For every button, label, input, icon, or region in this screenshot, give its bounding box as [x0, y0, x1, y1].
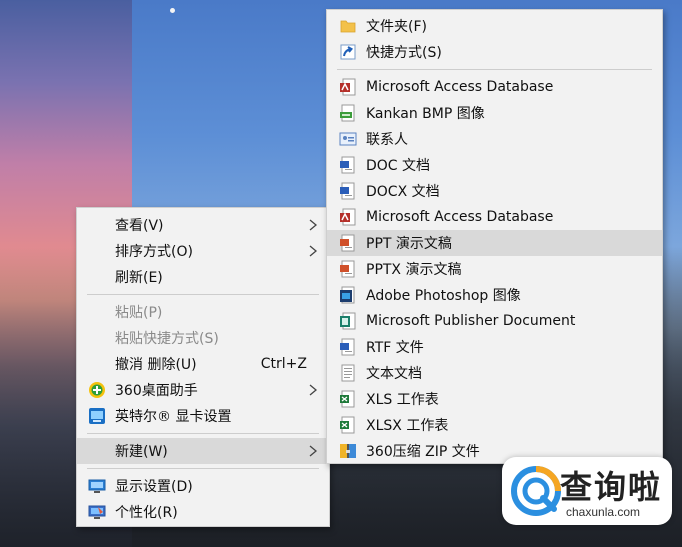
excel-xlsx-icon — [340, 416, 355, 434]
menu-item-label: 粘贴(P) — [115, 305, 163, 321]
access-database-icon — [340, 208, 356, 226]
menu-item-paste[interactable]: 粘贴(P) — [77, 299, 329, 325]
menu-item-label: 快捷方式(S) — [366, 45, 442, 61]
text-document-icon — [341, 364, 355, 382]
powerpoint-pptx-icon — [340, 260, 355, 278]
folder-icon — [340, 20, 356, 33]
new-item-access-database-2[interactable]: Microsoft Access Database — [327, 204, 662, 230]
menu-item-360-desktop-helper[interactable]: 360桌面助手 — [77, 377, 329, 403]
menu-item-label: Microsoft Access Database — [366, 209, 554, 225]
menu-item-label: PPT 演示文稿 — [366, 236, 452, 252]
publisher-icon — [340, 312, 356, 330]
menu-item-label: RTF 文件 — [366, 340, 424, 356]
menu-item-undo-delete[interactable]: 撤消 删除(U) Ctrl+Z — [77, 351, 329, 377]
watermark-title: 查询啦 — [560, 468, 663, 506]
chevron-right-icon — [309, 384, 318, 396]
menu-item-label: 360桌面助手 — [115, 383, 198, 399]
menu-separator — [87, 433, 319, 434]
menu-item-label: 360压缩 ZIP 文件 — [366, 444, 480, 460]
menu-item-label: Kankan BMP 图像 — [366, 106, 485, 122]
menu-item-label: 文件夹(F) — [366, 19, 427, 35]
new-item-doc[interactable]: DOC 文档 — [327, 152, 662, 178]
menu-item-display-settings[interactable]: 显示设置(D) — [77, 473, 329, 499]
menu-item-label: 英特尔® 显卡设置 — [115, 409, 232, 425]
rtf-document-icon — [340, 338, 355, 356]
menu-item-label: PPTX 演示文稿 — [366, 262, 462, 278]
new-item-ppt[interactable]: PPT 演示文稿 — [327, 230, 662, 256]
new-item-contact[interactable]: 联系人 — [327, 126, 662, 152]
keyboard-shortcut: Ctrl+Z — [260, 356, 307, 372]
chevron-right-icon — [309, 445, 318, 457]
desktop-context-menu: 查看(V) 排序方式(O) 刷新(E) 粘贴(P) 粘贴快捷方式(S) 撤消 删… — [76, 207, 330, 527]
menu-item-label: Microsoft Access Database — [366, 79, 554, 95]
wallpaper-moon — [170, 8, 175, 13]
new-item-xls[interactable]: XLS 工作表 — [327, 386, 662, 412]
menu-item-paste-shortcut[interactable]: 粘贴快捷方式(S) — [77, 325, 329, 351]
menu-item-intel-graphics[interactable]: 英特尔® 显卡设置 — [77, 403, 329, 429]
new-item-publisher[interactable]: Microsoft Publisher Document — [327, 308, 662, 334]
chaxunla-logo-icon — [511, 466, 561, 516]
menu-item-view[interactable]: 查看(V) — [77, 212, 329, 238]
menu-item-label: XLSX 工作表 — [366, 418, 449, 434]
chaxunla-watermark: 查询啦 chaxunla.com — [502, 457, 672, 525]
menu-item-label: Microsoft Publisher Document — [366, 313, 576, 329]
menu-item-personalize[interactable]: 个性化(R) — [77, 499, 329, 525]
chevron-right-icon — [309, 219, 318, 231]
photoshop-icon — [340, 286, 355, 304]
shortcut-arrow-icon — [340, 44, 356, 60]
display-monitor-icon — [88, 479, 106, 493]
menu-separator — [87, 294, 319, 295]
contact-card-icon — [339, 132, 357, 146]
new-item-pptx[interactable]: PPTX 演示文稿 — [327, 256, 662, 282]
word-docx-icon — [340, 182, 355, 200]
powerpoint-ppt-icon — [340, 234, 355, 252]
360-zip-archive-icon — [340, 444, 356, 458]
watermark-url: chaxunla.com — [566, 505, 641, 519]
chevron-right-icon — [309, 245, 318, 257]
new-item-rtf[interactable]: RTF 文件 — [327, 334, 662, 360]
menu-item-label: 撤消 删除(U) — [115, 357, 197, 373]
new-item-kankan-bmp[interactable]: Kankan BMP 图像 — [327, 100, 662, 126]
intel-graphics-icon — [89, 408, 105, 424]
menu-item-label: 新建(W) — [115, 444, 168, 460]
menu-item-label: 粘贴快捷方式(S) — [115, 331, 219, 347]
menu-item-label: 刷新(E) — [115, 270, 163, 286]
new-submenu: 文件夹(F) 快捷方式(S) Microsoft Access Database… — [326, 9, 663, 464]
menu-separator — [337, 69, 652, 70]
menu-item-label: 显示设置(D) — [115, 479, 193, 495]
new-item-access-database[interactable]: Microsoft Access Database — [327, 74, 662, 100]
word-doc-icon — [340, 156, 355, 174]
menu-item-label: 文本文档 — [366, 366, 422, 382]
bmp-image-icon — [340, 104, 355, 122]
menu-item-label: 联系人 — [366, 132, 408, 148]
personalize-icon — [88, 505, 106, 519]
access-database-icon — [340, 78, 356, 96]
menu-item-new[interactable]: 新建(W) — [77, 438, 329, 464]
menu-item-label: DOCX 文档 — [366, 184, 440, 200]
menu-item-label: Adobe Photoshop 图像 — [366, 288, 521, 304]
new-item-text-document[interactable]: 文本文档 — [327, 360, 662, 386]
menu-item-sort[interactable]: 排序方式(O) — [77, 238, 329, 264]
360-helper-icon — [89, 382, 105, 398]
new-item-photoshop[interactable]: Adobe Photoshop 图像 — [327, 282, 662, 308]
new-item-folder[interactable]: 文件夹(F) — [327, 13, 662, 39]
excel-xls-icon — [340, 390, 355, 408]
menu-item-label: 查看(V) — [115, 218, 164, 234]
menu-item-label: DOC 文档 — [366, 158, 431, 174]
new-item-shortcut[interactable]: 快捷方式(S) — [327, 39, 662, 65]
new-item-xlsx[interactable]: XLSX 工作表 — [327, 412, 662, 438]
new-item-docx[interactable]: DOCX 文档 — [327, 178, 662, 204]
menu-separator — [87, 468, 319, 469]
menu-item-label: 排序方式(O) — [115, 244, 193, 260]
menu-item-label: 个性化(R) — [115, 505, 178, 521]
menu-item-label: XLS 工作表 — [366, 392, 439, 408]
menu-item-refresh[interactable]: 刷新(E) — [77, 264, 329, 290]
